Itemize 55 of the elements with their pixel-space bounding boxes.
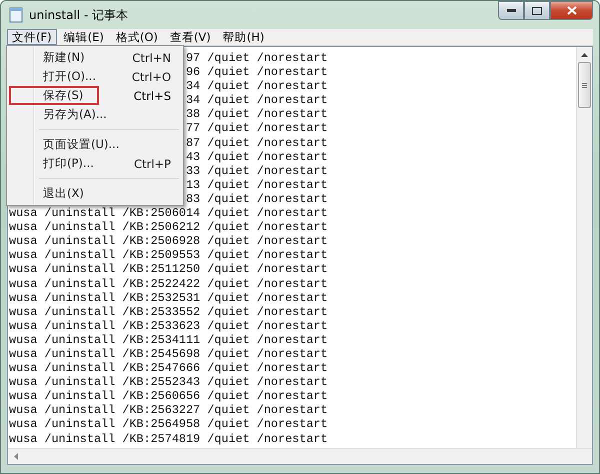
- grip-icon: [582, 82, 587, 88]
- vertical-scrollbar[interactable]: [576, 47, 592, 448]
- text-line: 38 /quiet /norestart: [186, 107, 328, 122]
- minimize-icon: [506, 9, 516, 12]
- close-icon: [566, 6, 576, 15]
- text-line: wusa /uninstall /KB:2511250 /quiet /norestart: [9, 262, 328, 276]
- menu-option[interactable]: 页面设置(U)...: [9, 135, 181, 154]
- shortcut-label: Ctrl+S: [134, 88, 172, 102]
- text-line: wusa /uninstall /KB:2547666 /quiet /norestart: [9, 361, 328, 376]
- menu-option[interactable]: 新建(N) Ctrl+N: [9, 48, 181, 67]
- menu-option[interactable]: 另存为(A)...: [9, 105, 181, 124]
- text-line: 34 /quiet /norestart: [186, 93, 328, 108]
- text-line: wusa /uninstall /KB:2560656 /quiet /norestart: [9, 389, 328, 404]
- text-line: 77 /quiet /norestart: [186, 121, 328, 136]
- text-line: wusa /uninstall /KB:2574819 /quiet /norestart: [9, 432, 328, 446]
- menu-option[interactable]: 保存(S): [9, 86, 99, 105]
- window-title: uninstall - 记事本: [29, 6, 128, 24]
- text-line: wusa /uninstall /KB:2506212 /quiet /norestart: [9, 220, 328, 234]
- text-line: 13 /quiet /norestart: [186, 178, 328, 192]
- text-line: 33 /quiet /norestart: [186, 164, 328, 178]
- text-line: wusa /uninstall /KB:2552343 /quiet /norestart: [9, 375, 328, 390]
- text-line: wusa /uninstall /KB:2522422 /quiet /norestart: [9, 276, 328, 291]
- text-line: wusa /uninstall /KB:2532531 /quiet /norestart: [9, 290, 328, 305]
- menu-option[interactable]: 退出(X): [9, 184, 181, 203]
- text-line: 34 /quiet /norestart: [186, 79, 328, 94]
- scroll-thumb[interactable]: [578, 62, 591, 108]
- menu-item[interactable]: 编辑(E): [58, 29, 109, 45]
- maximize-icon: [532, 6, 542, 14]
- close-button[interactable]: [550, 1, 593, 20]
- scroll-up-icon[interactable]: [581, 53, 588, 57]
- text-line: wusa /uninstall /KB:2563227 /quiet /norestart: [9, 403, 328, 418]
- text-line: wusa /uninstall /KB:2534111 /quiet /norestart: [9, 332, 328, 347]
- maximize-button[interactable]: [524, 1, 550, 20]
- text-line: 97 /quiet /norestart: [186, 51, 328, 66]
- text-line: wusa /uninstall /KB:2506928 /quiet /norestart: [9, 234, 328, 248]
- menu-item[interactable]: 文件(F): [7, 29, 57, 45]
- menu-item[interactable]: 查看(V): [164, 29, 216, 45]
- menu-item[interactable]: 格式(O): [110, 29, 163, 45]
- text-line: 87 /quiet /norestart: [186, 136, 328, 150]
- text-line: 83 /quiet /norestart: [186, 192, 328, 206]
- menu-option[interactable]: 打印(P)... Ctrl+P: [9, 154, 181, 173]
- text-line: wusa /uninstall /KB:2506014 /quiet /norestart: [9, 206, 328, 220]
- notepad-icon: [9, 7, 23, 23]
- text-line: wusa /uninstall /KB:2564958 /quiet /norestart: [9, 417, 328, 432]
- minimize-button[interactable]: [498, 1, 524, 20]
- menu-option[interactable]: 打开(O)... Ctrl+O: [9, 67, 181, 86]
- text-line: 96 /quiet /norestart: [186, 65, 328, 80]
- scroll-left-icon[interactable]: [14, 453, 18, 460]
- text-line: 43 /quiet /norestart: [186, 150, 328, 164]
- horizontal-scrollbar[interactable]: [8, 448, 592, 464]
- text-line: wusa /uninstall /KB:2533552 /quiet /norestart: [9, 304, 328, 319]
- text-line: wusa /uninstall /KB:2545698 /quiet /norestart: [9, 346, 328, 362]
- text-line: wusa /uninstall /KB:2509553 /quiet /norestart: [9, 248, 328, 262]
- menu-item[interactable]: 帮助(H): [218, 29, 270, 45]
- text-line: wusa /uninstall /KB:2533623 /quiet /norestart: [9, 318, 328, 333]
